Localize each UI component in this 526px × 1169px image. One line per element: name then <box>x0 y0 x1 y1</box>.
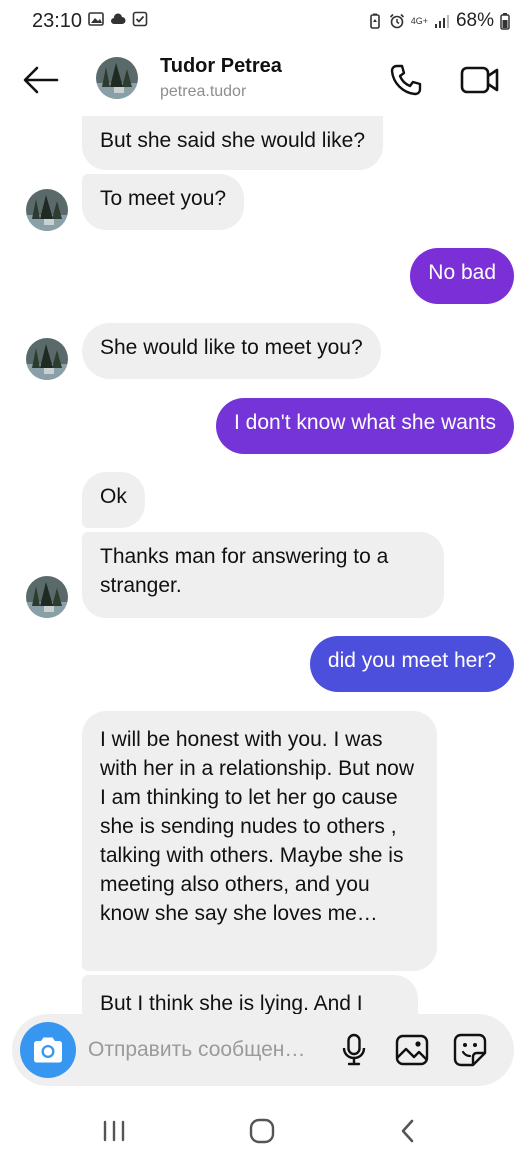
phone-icon <box>390 64 422 96</box>
image-icon <box>395 1034 429 1066</box>
avatar-image <box>26 189 68 231</box>
video-call-button[interactable] <box>458 60 502 100</box>
system-navigation-bar <box>0 1094 526 1169</box>
cloud-icon <box>111 13 126 24</box>
back-nav-button[interactable] <box>388 1116 428 1146</box>
incoming-message[interactable]: She would like to meet you? <box>82 323 381 379</box>
incoming-message[interactable]: But she said she would like? <box>82 116 383 170</box>
home-icon <box>249 1118 275 1144</box>
voice-message-button[interactable] <box>336 1032 372 1068</box>
back-icon <box>401 1119 414 1143</box>
chat-header: Tudor Petrea petrea.tudor <box>0 44 526 116</box>
sticker-icon <box>453 1033 487 1067</box>
incoming-message[interactable]: Ok <box>82 472 145 528</box>
microphone-icon <box>342 1033 366 1066</box>
outgoing-message[interactable]: I don't know what she wants <box>216 398 514 454</box>
incoming-message[interactable]: I will be honest with you. I was with he… <box>82 711 437 971</box>
sender-avatar[interactable] <box>26 576 68 618</box>
battery-icon <box>500 13 510 30</box>
message-list[interactable]: But she said she would like? To meet you… <box>0 116 526 1014</box>
status-time: 23:10 <box>32 10 83 32</box>
network-type: 4G+ <box>410 15 428 26</box>
audio-call-button[interactable] <box>386 60 426 100</box>
battery-percent: 68% <box>455 10 494 31</box>
incoming-message[interactable]: But I think she is lying. And I <box>82 975 418 1014</box>
battery-saver-icon <box>369 13 380 29</box>
back-button[interactable] <box>20 60 62 100</box>
outgoing-message[interactable]: No bad <box>410 248 514 304</box>
signal-icon <box>434 15 449 28</box>
gallery-button[interactable] <box>394 1032 430 1068</box>
avatar-image <box>96 57 138 99</box>
incoming-message[interactable]: Thanks man for answering to a stranger. <box>82 532 444 618</box>
message-input[interactable] <box>88 1034 328 1066</box>
recent-apps-button[interactable] <box>94 1116 134 1146</box>
back-arrow-icon <box>23 66 59 94</box>
video-camera-icon <box>460 66 499 94</box>
recent-apps-icon <box>103 1120 125 1142</box>
contact-username[interactable]: petrea.tudor <box>160 83 246 101</box>
avatar-image <box>26 576 68 618</box>
outgoing-message[interactable]: did you meet her? <box>309 636 514 692</box>
incoming-message[interactable]: To meet you? <box>82 174 245 230</box>
camera-icon <box>34 1037 62 1063</box>
message-composer <box>12 1014 514 1086</box>
gallery-icon <box>88 12 104 26</box>
contact-name[interactable]: Tudor Petrea <box>160 55 282 78</box>
contact-avatar[interactable] <box>96 57 138 99</box>
status-right-icons: 4G+ 68% <box>367 10 510 32</box>
status-bar: 23:10 4G+ 68% <box>0 0 526 44</box>
checkbox-icon <box>132 11 148 27</box>
sender-avatar[interactable] <box>26 338 68 380</box>
sticker-button[interactable] <box>452 1032 488 1068</box>
avatar-image <box>26 338 68 380</box>
alarm-icon <box>389 13 404 29</box>
sender-avatar[interactable] <box>26 189 68 231</box>
status-left-icons <box>88 11 148 27</box>
home-button[interactable] <box>242 1116 282 1146</box>
camera-button[interactable] <box>20 1022 76 1078</box>
